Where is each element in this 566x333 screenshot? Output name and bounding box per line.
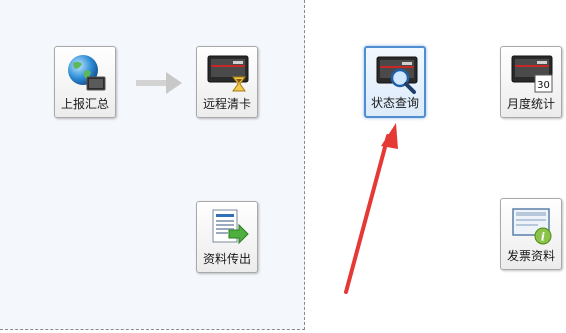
annotation-arrow-icon bbox=[344, 123, 398, 294]
